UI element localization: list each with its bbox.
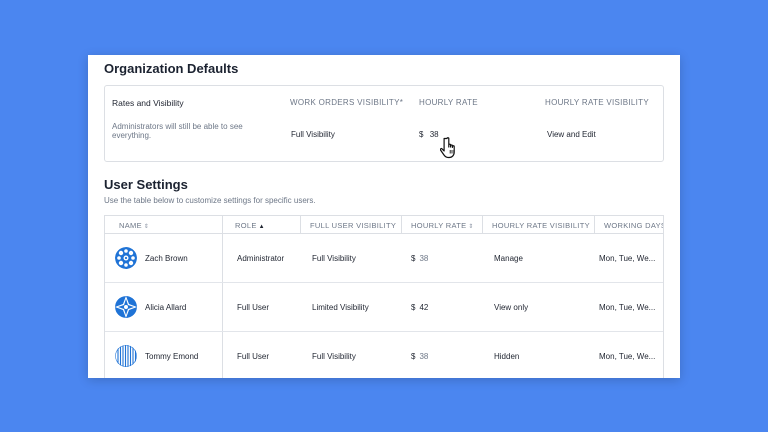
column-header-hourly-rate-visibility[interactable]: HOURLY RATE VISIBILITY bbox=[492, 221, 590, 230]
column-divider bbox=[594, 216, 595, 234]
sort-icon: ⇕ bbox=[143, 224, 150, 230]
org-hourly-rate-value: 38 bbox=[429, 130, 439, 139]
user-settings-title: User Settings bbox=[104, 177, 188, 192]
avatar bbox=[115, 296, 137, 318]
user-role[interactable]: Full User bbox=[237, 352, 269, 361]
user-hourly-rate-value: 38 bbox=[419, 352, 429, 361]
avatar bbox=[115, 345, 137, 367]
column-divider bbox=[482, 216, 483, 234]
sort-icon: ⇕ bbox=[468, 224, 474, 230]
hourly-rate-header: HOURLY RATE bbox=[419, 98, 478, 107]
user-working-days[interactable]: Mon, Tue, We... bbox=[599, 352, 655, 361]
user-working-days[interactable]: Mon, Tue, We... bbox=[599, 303, 655, 312]
hourly-rate-visibility-header: HOURLY RATE VISIBILITY bbox=[545, 98, 649, 107]
user-rate-visibility[interactable]: Hidden bbox=[494, 352, 519, 361]
avatar bbox=[115, 247, 137, 269]
settings-card: Organization Defaults Rates and Visibili… bbox=[88, 55, 680, 378]
user-visibility[interactable]: Limited Visibility bbox=[312, 303, 369, 312]
column-header-working-days[interactable]: WORKING DAYS bbox=[604, 221, 663, 230]
user-hourly-rate-value: 38 bbox=[419, 254, 429, 263]
table-row[interactable]: Alicia Allard Full User Limited Visibili… bbox=[105, 283, 663, 332]
user-settings-subtitle: Use the table below to customize setting… bbox=[104, 196, 316, 205]
column-header-role[interactable]: ROLE ▲ bbox=[235, 221, 265, 230]
user-rate-visibility[interactable]: Manage bbox=[494, 254, 523, 263]
work-orders-visibility-header: WORK ORDERS VISIBILITY* bbox=[290, 98, 404, 107]
column-header-hourly-rate[interactable]: HOURLY RATE ⇕ bbox=[411, 221, 474, 230]
table-row[interactable]: Tommy Emond Full User Full Visibility $3… bbox=[105, 332, 663, 378]
hand-pointer-cursor-icon bbox=[440, 137, 455, 159]
user-role[interactable]: Administrator bbox=[237, 254, 284, 263]
org-hourly-rate-input[interactable]: $ 38 bbox=[419, 130, 439, 139]
currency-symbol: $ bbox=[411, 352, 416, 361]
user-settings-table: NAME ⇕ ROLE ▲ FULL USER VISIBILITY HOURLY … bbox=[104, 215, 664, 378]
table-header: NAME ⇕ ROLE ▲ FULL USER VISIBILITY HOURLY … bbox=[105, 216, 663, 234]
user-hourly-rate-input[interactable]: $42 bbox=[411, 303, 428, 312]
user-hourly-rate-input[interactable]: $38 bbox=[411, 254, 428, 263]
user-name: Alicia Allard bbox=[145, 303, 187, 312]
column-header-full-user-visibility[interactable]: FULL USER VISIBILITY bbox=[310, 221, 396, 230]
user-working-days[interactable]: Mon, Tue, We... bbox=[599, 254, 655, 263]
user-visibility[interactable]: Full Visibility bbox=[312, 254, 356, 263]
currency-symbol: $ bbox=[411, 303, 416, 312]
hourly-rate-visibility-select[interactable]: View and Edit bbox=[547, 130, 596, 139]
org-description: Administrators will still be able to see… bbox=[112, 122, 243, 140]
user-hourly-rate-input[interactable]: $38 bbox=[411, 352, 428, 361]
user-hourly-rate-value: 42 bbox=[419, 303, 429, 312]
currency-symbol: $ bbox=[419, 130, 424, 139]
column-header-name[interactable]: NAME ⇕ bbox=[119, 221, 149, 230]
user-role[interactable]: Full User bbox=[237, 303, 269, 312]
column-divider bbox=[401, 216, 402, 234]
currency-symbol: $ bbox=[411, 254, 416, 263]
user-name: Zach Brown bbox=[145, 254, 188, 263]
rates-visibility-label: Rates and Visibility bbox=[112, 98, 184, 108]
sort-ascending-icon: ▲ bbox=[258, 224, 265, 230]
org-defaults-panel: Rates and Visibility Administrators will… bbox=[104, 85, 664, 162]
user-name: Tommy Emond bbox=[145, 352, 199, 361]
org-defaults-title: Organization Defaults bbox=[104, 61, 239, 76]
column-divider bbox=[300, 216, 301, 234]
user-rate-visibility[interactable]: View only bbox=[494, 303, 528, 312]
user-visibility[interactable]: Full Visibility bbox=[312, 352, 356, 361]
work-orders-visibility-select[interactable]: Full Visibility bbox=[291, 130, 335, 139]
table-row[interactable]: Zach Brown Administrator Full Visibility… bbox=[105, 234, 663, 283]
